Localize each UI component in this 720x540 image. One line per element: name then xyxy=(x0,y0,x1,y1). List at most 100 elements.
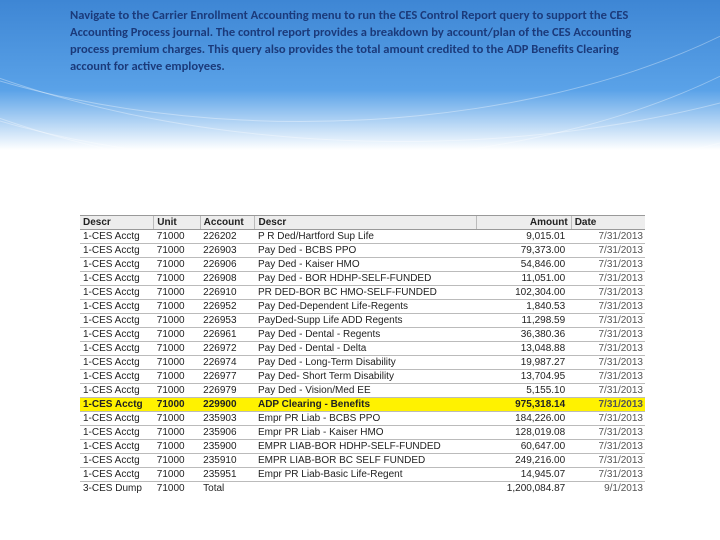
cell-account: 226953 xyxy=(200,314,255,328)
cell-account: 235906 xyxy=(200,426,255,440)
cell-date: 7/31/2013 xyxy=(571,454,645,468)
cell-descr1: 1-CES Acctg xyxy=(80,300,154,314)
cell-date: 7/31/2013 xyxy=(571,440,645,454)
cell-descr2: Pay Ded-Dependent Life-Regents xyxy=(255,300,476,314)
cell-amount: 1,840.53 xyxy=(476,300,571,314)
cell-account: 229900 xyxy=(200,398,255,412)
cell-descr2 xyxy=(255,482,476,496)
cell-account: 226972 xyxy=(200,342,255,356)
table-row: 1-CES Acctg71000226974Pay Ded - Long-Ter… xyxy=(80,356,645,370)
cell-amount: 249,216.00 xyxy=(476,454,571,468)
cell-descr1: 1-CES Acctg xyxy=(80,244,154,258)
cell-amount: 975,318.14 xyxy=(476,398,571,412)
cell-descr1: 1-CES Acctg xyxy=(80,412,154,426)
table-row: 1-CES Acctg71000235910EMPR LIAB-BOR BC S… xyxy=(80,454,645,468)
cell-descr2: Pay Ded - BOR HDHP-SELF-FUNDED xyxy=(255,272,476,286)
cell-date: 7/31/2013 xyxy=(571,230,645,244)
cell-unit: 71000 xyxy=(154,328,200,342)
cell-descr2: Pay Ded - Dental - Regents xyxy=(255,328,476,342)
cell-descr1: 1-CES Acctg xyxy=(80,426,154,440)
cell-descr1: 1-CES Acctg xyxy=(80,356,154,370)
cell-descr2: Pay Ded - Vision/Med EE xyxy=(255,384,476,398)
cell-account: 226974 xyxy=(200,356,255,370)
cell-amount: 5,155.10 xyxy=(476,384,571,398)
cell-account: 235900 xyxy=(200,440,255,454)
table-row: 1-CES Acctg71000235951Empr PR Liab-Basic… xyxy=(80,468,645,482)
col-header-account: Account xyxy=(200,216,255,230)
cell-account: 226977 xyxy=(200,370,255,384)
cell-descr1: 1-CES Acctg xyxy=(80,454,154,468)
cell-amount: 9,015.01 xyxy=(476,230,571,244)
cell-descr2: P R Ded/Hartford Sup Life xyxy=(255,230,476,244)
cell-descr2: Empr PR Liab-Basic Life-Regent xyxy=(255,468,476,482)
cell-amount: 54,846.00 xyxy=(476,258,571,272)
cell-unit: 71000 xyxy=(154,398,200,412)
col-header-descr2: Descr xyxy=(255,216,476,230)
cell-descr2: EMPR LIAB-BOR HDHP-SELF-FUNDED xyxy=(255,440,476,454)
cell-descr2: Pay Ded - Kaiser HMO xyxy=(255,258,476,272)
cell-descr1: 1-CES Acctg xyxy=(80,398,154,412)
cell-descr1: 1-CES Acctg xyxy=(80,328,154,342)
cell-descr2: Pay Ded- Short Term Disability xyxy=(255,370,476,384)
cell-unit: 71000 xyxy=(154,300,200,314)
cell-date: 7/31/2013 xyxy=(571,258,645,272)
table-row: 1-CES Acctg71000226952Pay Ded-Dependent … xyxy=(80,300,645,314)
cell-amount: 79,373.00 xyxy=(476,244,571,258)
cell-descr2: Pay Ded - Long-Term Disability xyxy=(255,356,476,370)
cell-descr1: 1-CES Acctg xyxy=(80,258,154,272)
table-row: 1-CES Acctg71000235900EMPR LIAB-BOR HDHP… xyxy=(80,440,645,454)
cell-date: 7/31/2013 xyxy=(571,244,645,258)
col-header-unit: Unit xyxy=(154,216,200,230)
cell-descr1: 1-CES Acctg xyxy=(80,342,154,356)
cell-descr2: Empr PR Liab - Kaiser HMO xyxy=(255,426,476,440)
cell-amount: 11,051.00 xyxy=(476,272,571,286)
cell-amount: 11,298.59 xyxy=(476,314,571,328)
cell-descr1: 1-CES Acctg xyxy=(80,230,154,244)
col-header-descr1: Descr xyxy=(80,216,154,230)
cell-descr2: Empr PR Liab - BCBS PPO xyxy=(255,412,476,426)
control-report-table: Descr Unit Account Descr Amount Date 1-C… xyxy=(80,215,645,495)
cell-descr1: 1-CES Acctg xyxy=(80,468,154,482)
table-row: 3-CES Dump71000Total1,200,084.879/1/2013 xyxy=(80,482,645,496)
table-row: 1-CES Acctg71000226910PR DED-BOR BC HMO-… xyxy=(80,286,645,300)
cell-account: 226910 xyxy=(200,286,255,300)
cell-descr1: 1-CES Acctg xyxy=(80,314,154,328)
cell-amount: 184,226.00 xyxy=(476,412,571,426)
cell-date: 7/31/2013 xyxy=(571,370,645,384)
table-row: 1-CES Acctg71000226953PayDed-Supp Life A… xyxy=(80,314,645,328)
cell-account: 235951 xyxy=(200,468,255,482)
cell-unit: 71000 xyxy=(154,286,200,300)
cell-descr2: Pay Ded - BCBS PPO xyxy=(255,244,476,258)
cell-account: 226979 xyxy=(200,384,255,398)
table-row: 1-CES Acctg71000226908Pay Ded - BOR HDHP… xyxy=(80,272,645,286)
cell-unit: 71000 xyxy=(154,426,200,440)
cell-descr2: Pay Ded - Dental - Delta xyxy=(255,342,476,356)
cell-unit: 71000 xyxy=(154,412,200,426)
cell-descr2: EMPR LIAB-BOR BC SELF FUNDED xyxy=(255,454,476,468)
cell-date: 7/31/2013 xyxy=(571,384,645,398)
instruction-callout: Navigate to the Carrier Enrollment Accou… xyxy=(70,8,650,76)
table-row: 1-CES Acctg71000235906Empr PR Liab - Kai… xyxy=(80,426,645,440)
cell-unit: 71000 xyxy=(154,440,200,454)
cell-account: 235910 xyxy=(200,454,255,468)
cell-account: 226952 xyxy=(200,300,255,314)
table-row: 1-CES Acctg71000226906Pay Ded - Kaiser H… xyxy=(80,258,645,272)
cell-date: 7/31/2013 xyxy=(571,300,645,314)
cell-date: 7/31/2013 xyxy=(571,468,645,482)
cell-account: 226906 xyxy=(200,258,255,272)
cell-amount: 1,200,084.87 xyxy=(476,482,571,496)
cell-unit: 71000 xyxy=(154,384,200,398)
cell-descr1: 1-CES Acctg xyxy=(80,286,154,300)
cell-descr1: 1-CES Acctg xyxy=(80,440,154,454)
cell-date: 7/31/2013 xyxy=(571,426,645,440)
table-row: 1-CES Acctg71000229900ADP Clearing - Ben… xyxy=(80,398,645,412)
cell-unit: 71000 xyxy=(154,454,200,468)
cell-descr1: 1-CES Acctg xyxy=(80,272,154,286)
table-row: 1-CES Acctg71000226903Pay Ded - BCBS PPO… xyxy=(80,244,645,258)
cell-date: 7/31/2013 xyxy=(571,398,645,412)
cell-date: 7/31/2013 xyxy=(571,314,645,328)
cell-amount: 13,704.95 xyxy=(476,370,571,384)
cell-account: 226202 xyxy=(200,230,255,244)
table-row: 1-CES Acctg71000226202P R Ded/Hartford S… xyxy=(80,230,645,244)
table-header-row: Descr Unit Account Descr Amount Date xyxy=(80,216,645,230)
